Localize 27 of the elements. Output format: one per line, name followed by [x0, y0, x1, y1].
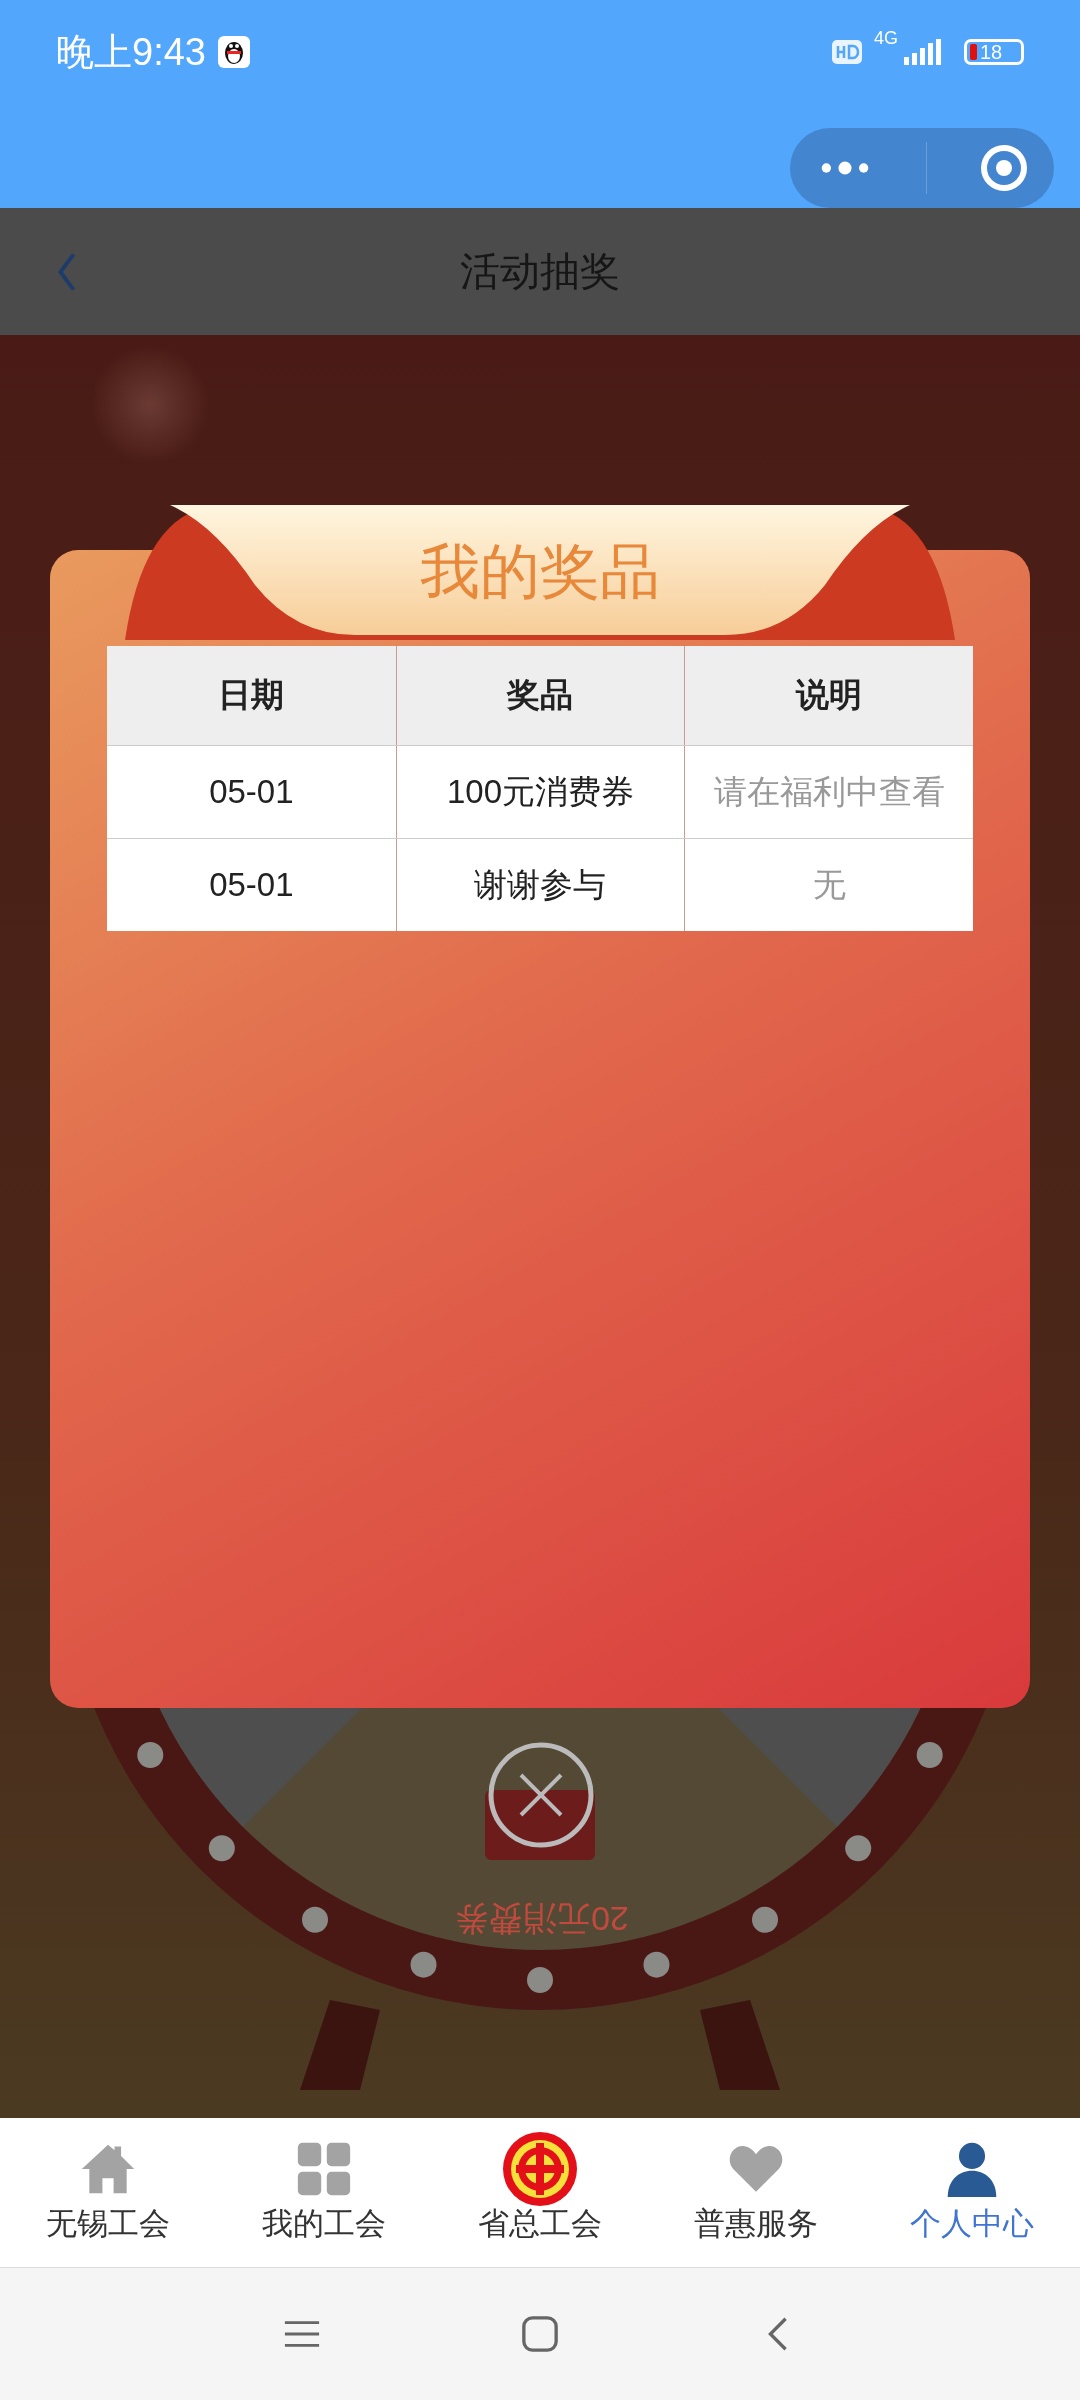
column-header: 奖品 — [395, 646, 685, 745]
close-app-icon[interactable] — [979, 144, 1028, 192]
tab-item[interactable]: 无锡工会 — [0, 2118, 216, 2267]
table-cell: 请在福利中查看 — [684, 746, 973, 838]
grid-icon — [296, 2140, 352, 2197]
table-cell: 100元消费券 — [395, 746, 685, 838]
penguin-app-icon — [217, 36, 250, 68]
tab-item[interactable]: 个人中心 — [864, 2118, 1080, 2267]
table-cell: 无 — [684, 839, 973, 931]
clock-time: 晚上9:43 — [56, 29, 206, 75]
battery-icon: 18 — [964, 39, 1024, 65]
tab-item[interactable]: 普惠服务 — [648, 2118, 864, 2267]
column-header: 日期 — [217, 675, 286, 715]
wheel-prize-label: 20元消费券 — [455, 1899, 629, 1940]
tab-item[interactable]: 省总工会 — [432, 2118, 648, 2267]
close-icon[interactable] — [486, 1740, 596, 1850]
network-type: 4G — [874, 28, 898, 49]
column-header: 说明 — [684, 646, 973, 745]
dialog-title: 我的奖品 — [420, 537, 660, 607]
union-logo-icon — [502, 2130, 578, 2207]
hd-icon — [832, 40, 862, 64]
home-button-icon[interactable] — [521, 2315, 559, 2353]
tab-item[interactable]: 我的工会 — [216, 2118, 432, 2267]
table-cell-text: 05-01 — [208, 772, 295, 812]
table-cell-text: 05-01 — [208, 865, 295, 905]
table-cell: 谢谢参与 — [395, 839, 685, 931]
signal-icon — [902, 39, 942, 65]
